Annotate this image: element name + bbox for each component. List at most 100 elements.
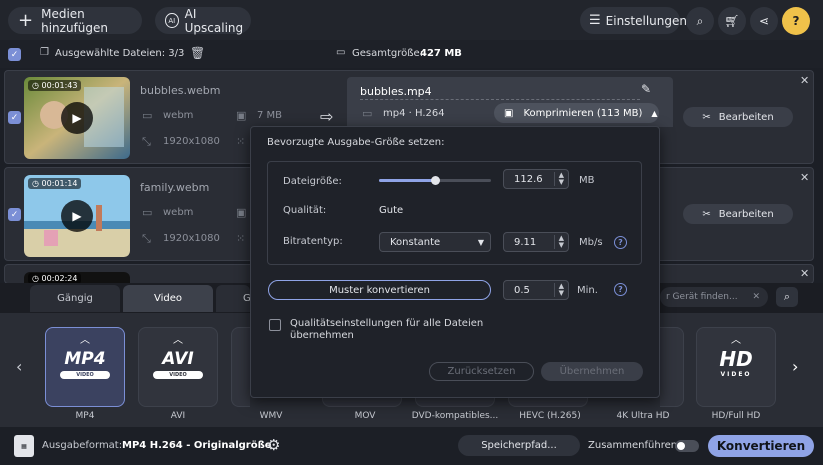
format-logo-sub: VIDEO (153, 371, 203, 379)
format-icon: ▭ (142, 206, 153, 219)
trash-icon[interactable]: 🗑︎ (190, 46, 205, 60)
format-logo: AVI (162, 349, 194, 369)
clock-icon: ◷ (32, 179, 42, 188)
file-format: webm (163, 110, 194, 121)
check-icon: ✓ (10, 209, 19, 220)
output-format-value[interactable]: MP4 H.264 - Originalgröße (122, 440, 272, 451)
format-tile-avi[interactable]: ︿ AVI VIDEO (138, 327, 218, 407)
video-thumbnail[interactable]: ◷ 00:01:43 ▶ (24, 77, 130, 159)
play-icon: ▶ (72, 111, 82, 125)
format-tile-dvd[interactable] (415, 398, 495, 407)
tab-video[interactable]: Video (123, 285, 213, 312)
duration-badge: ◷ 00:01:14 (28, 178, 82, 189)
file-checkbox[interactable]: ✓ (8, 111, 21, 124)
format-label: MP4 (75, 411, 95, 421)
cart-button[interactable]: 🛒︎ (718, 7, 746, 35)
slider-handle[interactable] (431, 176, 440, 185)
document-icon: ▭ (336, 47, 346, 58)
apply-button[interactable]: Übernehmen (541, 362, 643, 381)
format-tile-4k[interactable] (660, 327, 684, 407)
spinner-icon[interactable]: ▲ ▼ (553, 283, 564, 297)
edit-button[interactable]: ✂ Bearbeiten (683, 107, 793, 127)
disk-icon: ▣ (236, 206, 247, 219)
sample-duration-input[interactable]: 0.5 ▲ ▼ (503, 280, 569, 300)
format-label: WMV (259, 411, 283, 421)
chevron-left-icon[interactable]: ‹ (16, 357, 22, 376)
merge-toggle[interactable] (675, 440, 699, 452)
close-icon[interactable]: ✕ (800, 267, 809, 280)
format-tile-hd[interactable]: ︿ HD VIDEO (696, 327, 776, 407)
format-icon: ▭ (142, 109, 153, 122)
gear-icon[interactable]: ⚙ (267, 436, 280, 454)
quality-label: Qualität: (283, 205, 327, 216)
ai-upscaling-button[interactable]: AI AI Upscaling (155, 7, 251, 35)
file-format: webm (163, 207, 194, 218)
search-button[interactable]: ⌕ (686, 7, 714, 35)
play-button[interactable]: ▶ (61, 200, 93, 232)
sample-unit: Min. (577, 285, 598, 296)
format-tile-wmv[interactable] (231, 327, 250, 407)
quality-value: Gute (379, 205, 404, 216)
chevron-up-icon: ︿ (80, 335, 90, 346)
ai-icon: AI (165, 13, 179, 28)
clear-icon[interactable]: ✕ (752, 292, 760, 302)
format-tile-mov[interactable] (322, 398, 402, 407)
format-logo: MP4 (64, 349, 106, 369)
clock-icon: ◷ (32, 81, 42, 90)
output-format: mp4 · H.264 (383, 108, 445, 119)
add-media-button[interactable]: + Medien hinzufügen (8, 7, 142, 35)
close-icon[interactable]: ✕ (800, 171, 809, 184)
format-tile-mp4[interactable]: ︿ MP4 VIDEO (45, 327, 125, 407)
chevron-right-icon[interactable]: › (792, 357, 798, 376)
filesize-input[interactable]: 112.6 ▲ ▼ (503, 169, 569, 189)
tab-partial[interactable]: G (216, 285, 251, 312)
file-checkbox[interactable]: ✓ (8, 208, 21, 221)
share-icon: ⋖ (758, 14, 770, 28)
help-icon[interactable]: ? (614, 283, 627, 296)
edit-button[interactable]: ✂ Bearbeiten (683, 204, 793, 224)
pencil-icon[interactable]: ✎ (641, 82, 651, 96)
bitrate-type-select[interactable]: Konstante ▼ (379, 232, 491, 252)
bitrate-label: Bitratentyp: (283, 236, 343, 247)
close-icon[interactable]: ✕ (800, 74, 809, 87)
video-thumbnail[interactable]: ◷ 00:01:14 ▶ (24, 175, 130, 257)
total-size-label: Gesamtgröße: (352, 48, 424, 59)
search-icon: ⌕ (783, 290, 791, 303)
reset-button[interactable]: Zurücksetzen (429, 362, 534, 381)
play-button[interactable]: ▶ (61, 102, 93, 134)
check-icon: ✓ (10, 49, 19, 60)
bitrate-unit: Mb/s (579, 237, 603, 248)
output-file-name: bubbles.mp4 (360, 85, 432, 98)
filesize-slider[interactable] (379, 176, 491, 185)
chevron-up-icon: ︿ (731, 335, 741, 346)
help-icon: ? (792, 14, 800, 28)
tab-common[interactable]: Gängig (30, 285, 120, 312)
save-path-button[interactable]: Speicherpfad... (458, 435, 580, 456)
output-format-icon: ▦ (14, 435, 34, 457)
apply-all-checkbox[interactable] (269, 319, 281, 331)
settings-button[interactable]: ☰ Einstellungen (580, 7, 687, 34)
scissors-icon: ✂ (702, 111, 711, 123)
merge-label: Zusammenführen: (588, 440, 681, 451)
duration-badge: ◷ 00:01:43 (28, 80, 82, 91)
convert-button[interactable]: Konvertieren (708, 435, 814, 457)
select-all-checkbox[interactable]: ✓ (8, 48, 21, 61)
device-detect-button[interactable]: ⌕ (776, 287, 798, 307)
file-resolution: 1920x1080 (163, 233, 220, 244)
spinner-icon[interactable]: ▲ ▼ (553, 172, 564, 186)
help-button[interactable]: ? (782, 7, 810, 35)
search-icon: ⌕ (696, 13, 704, 28)
file-name: family.webm (140, 181, 210, 194)
help-icon[interactable]: ? (614, 236, 627, 249)
compress-dropdown[interactable]: ▣ Komprimieren (113 MB) ▲ (494, 103, 659, 123)
name-underline (360, 99, 640, 100)
format-tile-hevc[interactable] (508, 398, 588, 407)
share-button[interactable]: ⋖ (750, 7, 778, 35)
bitrate-input[interactable]: 9.11 ▲ ▼ (503, 232, 569, 252)
format-label: 4K Ultra HD (616, 411, 670, 421)
spinner-icon[interactable]: ▲ ▼ (553, 235, 564, 249)
sample-convert-button[interactable]: Muster konvertieren (268, 280, 491, 300)
device-search-input[interactable]: r Gerät finden... ✕ (660, 287, 768, 307)
format-icon: ▭ (362, 107, 373, 120)
format-label: MOV (354, 411, 376, 421)
